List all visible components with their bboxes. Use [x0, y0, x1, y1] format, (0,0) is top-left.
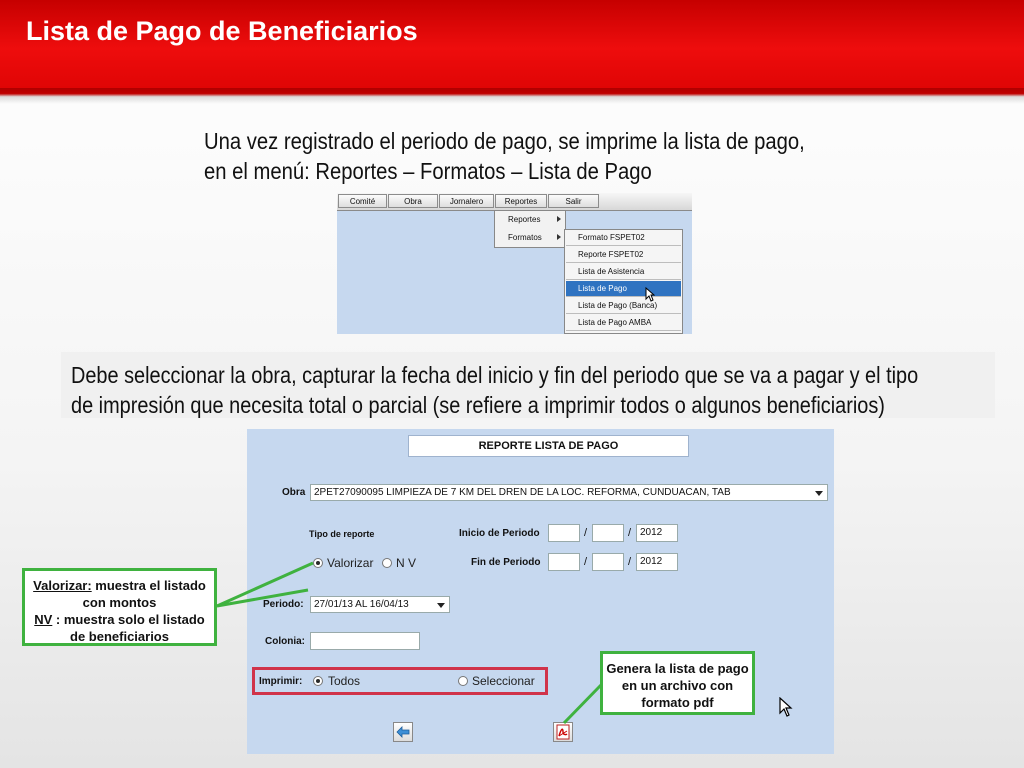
- mouse-cursor-icon: [779, 697, 793, 717]
- valorizar-term: Valorizar:: [33, 578, 92, 593]
- callout-connectors: [216, 561, 603, 725]
- valorizar-desc: muestra el listado con montos: [82, 578, 206, 610]
- nv-term: NV: [34, 612, 53, 627]
- nv-desc: : muestra solo el listado de beneficiari…: [52, 612, 205, 644]
- pdf-callout: Genera la lista de pago en un archivo co…: [600, 651, 755, 715]
- tipo-reporte-callout: Valorizar: muestra el listado con montos…: [22, 568, 217, 646]
- pdf-connector: [562, 683, 603, 725]
- valorizar-connector: [216, 561, 314, 608]
- nv-connector: [216, 588, 309, 608]
